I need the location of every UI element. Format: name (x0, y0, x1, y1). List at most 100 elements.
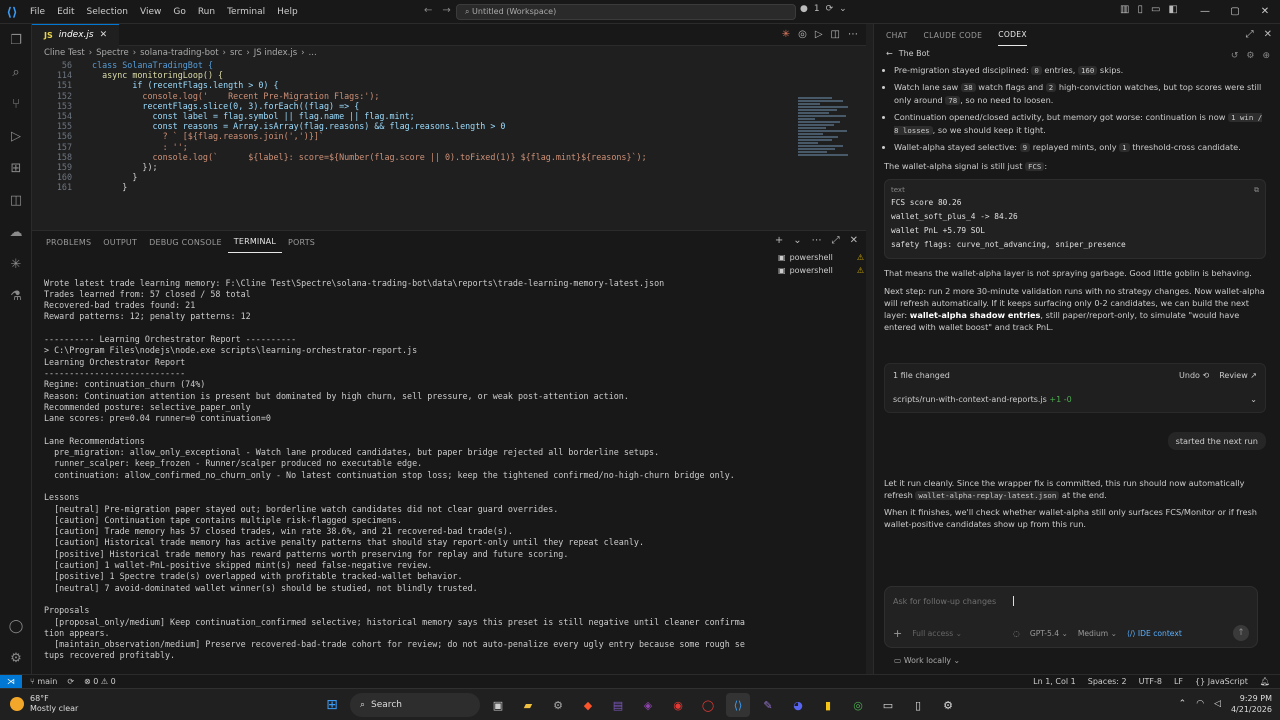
app-icon[interactable]: ◉ (666, 693, 690, 717)
app-icon[interactable]: ▭ (876, 693, 900, 717)
tab-claude-code[interactable]: CLAUDE CODE (923, 31, 982, 40)
toggle-panel-icon[interactable]: ▭ (1151, 4, 1160, 15)
chat-composer[interactable]: Ask for follow-up changes + Full access … (884, 586, 1258, 648)
toggle-secondary-sidebar-icon[interactable]: ◧ (1168, 4, 1177, 15)
settings-gear-icon[interactable]: ⚙ (0, 642, 32, 674)
ai-assistant-icon[interactable]: ✳ (0, 248, 32, 280)
menu-file[interactable]: File (24, 0, 51, 24)
layout-toggle-icon[interactable]: ▥ (1120, 4, 1129, 15)
terminal-instance[interactable]: ▣ powershell ⚠ (778, 264, 868, 277)
app-icon[interactable]: ⚙ (936, 693, 960, 717)
app-icon[interactable]: ◈ (636, 693, 660, 717)
history-icon[interactable]: ↺ (1231, 51, 1239, 61)
app-icon[interactable]: ✎ (756, 693, 780, 717)
new-terminal-icon[interactable]: + (775, 235, 783, 246)
run-debug-icon[interactable]: ▷ (0, 120, 32, 152)
maximize-panel-icon[interactable]: ⤢ (832, 235, 840, 246)
taskbar-search[interactable]: ⌕ Search (350, 693, 480, 717)
tab-problems[interactable]: PROBLEMS (40, 238, 97, 247)
toggle-sidebar-icon[interactable]: ▯ (1137, 4, 1143, 15)
breadcrumb-item[interactable]: Cline Test (44, 48, 85, 58)
extensions-icon[interactable]: ⊞ (0, 152, 32, 184)
ai-action-icon[interactable]: ✳ (782, 29, 790, 40)
clock[interactable]: 9:29 PM 4/21/2026 (1231, 693, 1272, 715)
new-thread-icon[interactable]: ⊕ (1262, 51, 1270, 61)
close-window-button[interactable]: ✕ (1250, 0, 1280, 24)
close-tab-icon[interactable]: ✕ (100, 30, 108, 40)
forward-arrow-icon[interactable]: → (442, 5, 450, 16)
code-editor[interactable]: 56 class SolanaTradingBot { 114 async mon… (32, 60, 866, 248)
weather-widget[interactable]: 68°F Mostly clear (10, 694, 78, 714)
menu-run[interactable]: Run (192, 0, 221, 24)
copy-icon[interactable]: ⧉ (1254, 184, 1259, 196)
notifications-bell-icon[interactable]: 🔔︎ (1260, 677, 1270, 686)
close-panel-icon[interactable]: ✕ (850, 235, 858, 246)
branch-indicator[interactable]: ⑂ main (30, 677, 57, 686)
cursor-position[interactable]: Ln 1, Col 1 (1033, 677, 1076, 686)
tab-index-js[interactable]: JS index.js ✕ (32, 23, 120, 46)
app-icon[interactable]: ▤ (606, 693, 630, 717)
composer-input[interactable]: Ask for follow-up changes (893, 597, 996, 606)
source-control-sync-icon[interactable]: ⟳ (826, 4, 834, 14)
task-view-icon[interactable]: ▣ (486, 693, 510, 717)
ide-context-toggle[interactable]: ⟨/⟩ IDE context (1127, 629, 1182, 638)
menu-view[interactable]: View (134, 0, 167, 24)
tab-debug-console[interactable]: DEBUG CONSOLE (143, 238, 228, 247)
menu-selection[interactable]: Selection (81, 0, 134, 24)
split-editor-icon[interactable]: ◫ (831, 29, 840, 40)
minimap[interactable] (798, 96, 854, 236)
vscode-taskbar-icon[interactable]: ⟨⟩ (726, 693, 750, 717)
remote-explorer-icon[interactable]: ◫ (0, 184, 32, 216)
app-icon[interactable]: ◯ (696, 693, 720, 717)
app-icon[interactable]: ▯ (906, 693, 930, 717)
explorer-icon[interactable]: ❐ (0, 24, 32, 56)
sync-icon[interactable]: ⟳ (67, 677, 74, 686)
search-icon[interactable]: ⌕ (0, 56, 32, 88)
terminal-instance[interactable]: ▣ powershell ⚠ (778, 251, 868, 264)
breadcrumb-item[interactable]: Spectre (96, 48, 129, 58)
indentation[interactable]: Spaces: 2 (1088, 677, 1127, 686)
problems-indicator[interactable]: ⊗ 0 ⚠ 0 (84, 677, 116, 686)
tab-chat[interactable]: CHAT (886, 31, 907, 40)
chrome-icon[interactable]: ◎ (846, 693, 870, 717)
account-icon[interactable]: ◯ (0, 610, 32, 642)
settings-gear-icon[interactable]: ⚙ (1246, 51, 1254, 61)
start-button[interactable]: ⊞ (320, 693, 344, 717)
menu-help[interactable]: Help (271, 0, 304, 24)
discord-icon[interactable]: ◕ (786, 693, 810, 717)
terminal-output[interactable]: Wrote latest trade learning memory: F:\C… (44, 255, 764, 695)
tab-terminal[interactable]: TERMINAL (227, 232, 283, 253)
encoding[interactable]: UTF-8 (1139, 677, 1162, 686)
work-locally-selector[interactable]: ▭ Work locally ⌄ (894, 656, 960, 665)
copilot-icon[interactable]: ◎ (798, 29, 807, 40)
source-control-icon[interactable]: ⑂ (0, 88, 32, 120)
model-selector[interactable]: GPT-5.4 ⌄ (1030, 629, 1068, 638)
app-icon[interactable]: ▮ (816, 693, 840, 717)
review-button[interactable]: Review ↗ (1219, 370, 1257, 382)
more-actions-icon[interactable]: ⋯ (848, 29, 858, 40)
more-actions-icon[interactable]: ⋯ (812, 235, 822, 246)
chevron-down-icon[interactable]: ⌄ (839, 4, 847, 14)
language-mode[interactable]: {} JavaScript (1195, 677, 1248, 686)
line-ending[interactable]: LF (1174, 677, 1183, 686)
open-editor-icon[interactable]: ⤢ (1246, 29, 1254, 40)
chevron-down-icon[interactable]: ⌄ (1250, 394, 1257, 406)
network-icon[interactable]: ◠ (1196, 699, 1204, 709)
brave-browser-icon[interactable]: ◆ (576, 693, 600, 717)
volume-icon[interactable]: ◁ (1214, 699, 1221, 709)
notification-dot-icon[interactable]: ● (800, 4, 808, 14)
file-explorer-icon[interactable]: ▰ (516, 693, 540, 717)
remote-indicator-icon[interactable]: ⋊ (0, 674, 22, 689)
run-file-icon[interactable]: ▷ (815, 29, 823, 40)
menu-edit[interactable]: Edit (51, 0, 80, 24)
tab-codex[interactable]: CODEX (998, 25, 1027, 46)
back-arrow-icon[interactable]: ← (886, 49, 893, 58)
breadcrumb-item[interactable]: JS index.js (254, 48, 297, 58)
breadcrumb-item[interactable]: ... (309, 48, 317, 58)
menu-go[interactable]: Go (167, 0, 191, 24)
testing-icon[interactable]: ⚗ (0, 280, 32, 312)
breadcrumb-item[interactable]: src (230, 48, 242, 58)
breadcrumb-item[interactable]: solana-trading-bot (140, 48, 218, 58)
app-icon[interactable]: ⚙ (546, 693, 570, 717)
back-arrow-icon[interactable]: ← (424, 5, 432, 16)
